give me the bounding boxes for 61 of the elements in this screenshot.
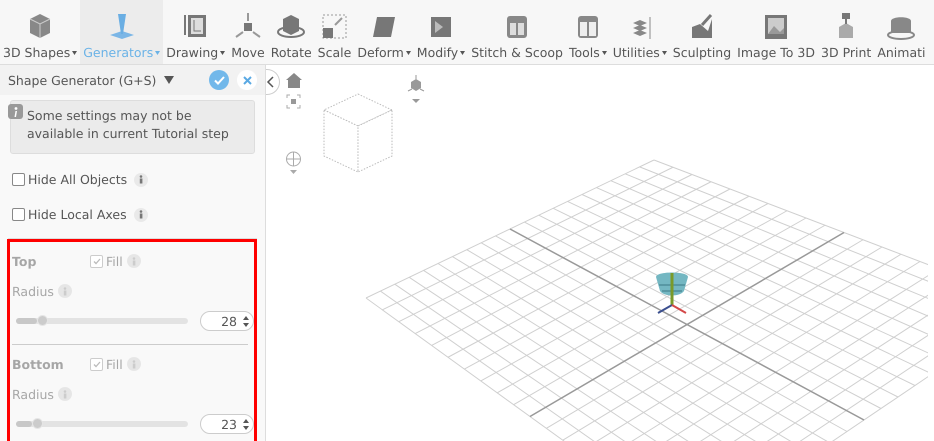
- info-icon[interactable]: [134, 172, 148, 186]
- toolbar-label: Tools: [568, 45, 600, 60]
- confirm-button[interactable]: [209, 70, 229, 90]
- toolbar-button[interactable]: Rotate: [268, 0, 315, 64]
- toolbar-label: Deform: [357, 45, 404, 60]
- toolbar-label: Image To 3D: [737, 45, 816, 60]
- home-icon[interactable]: [286, 73, 302, 88]
- toolbar-button[interactable]: Modify: [414, 0, 468, 64]
- globe-icon[interactable]: [285, 151, 302, 175]
- check-icon: [92, 360, 100, 368]
- check-icon: [214, 76, 224, 84]
- section-title: Top: [12, 254, 38, 268]
- info-icon: [8, 104, 23, 119]
- dropdown-icon[interactable]: [164, 76, 174, 84]
- collapse-button[interactable]: [266, 69, 280, 95]
- checkbox-label: Fill: [106, 254, 123, 268]
- toolbar-label: Stitch & Scoop: [471, 45, 563, 60]
- radius-slider[interactable]: [16, 318, 188, 324]
- toolbar-button[interactable]: Move: [228, 0, 268, 64]
- toolbar-button[interactable]: Utilities: [610, 0, 670, 64]
- toolbar-button[interactable]: Deform: [354, 0, 414, 64]
- radius-slider[interactable]: [16, 421, 188, 427]
- note-text: Some settings may not be available in current Tutorial step: [27, 108, 229, 141]
- toolbar-button[interactable]: Tools: [566, 0, 610, 64]
- toolbar-button[interactable]: 3D Shapes: [0, 0, 80, 64]
- checkbox-label: Fill: [106, 356, 123, 372]
- toolbar-button[interactable]: Drawing: [163, 0, 228, 64]
- panel-title: Shape Generator (G+S): [8, 72, 156, 88]
- toolbar-label: Utilities: [612, 45, 660, 60]
- toolbar-label: Move: [231, 45, 265, 60]
- checkbox[interactable]: [12, 173, 25, 186]
- toolbar-label: Generators: [83, 45, 154, 60]
- toolbar-label: Drawing: [166, 45, 218, 60]
- toolbar-button[interactable]: Animati: [874, 0, 928, 64]
- spinner-icon[interactable]: [243, 418, 249, 430]
- toolbar-label: Animati: [877, 45, 926, 60]
- toolbar-button[interactable]: 3D Print: [818, 0, 874, 64]
- close-button[interactable]: [237, 70, 257, 90]
- close-icon: [242, 76, 252, 84]
- perspective-icon[interactable]: [406, 75, 426, 103]
- section-title: Bottom: [12, 356, 65, 372]
- toolbar-label: Scale: [318, 45, 352, 60]
- checkbox-label: Hide Local Axes: [28, 207, 127, 222]
- toolbar-label: 3D Shapes: [3, 45, 70, 60]
- toolbar-label: Rotate: [270, 45, 312, 60]
- checkbox[interactable]: [12, 208, 25, 221]
- spinner-icon[interactable]: [243, 316, 249, 326]
- toolbar-label: Modify: [416, 45, 458, 60]
- check-icon: [92, 258, 100, 264]
- toolbar-button[interactable]: Image To 3D: [734, 0, 818, 64]
- info-icon[interactable]: [134, 208, 148, 222]
- toolbar-label: Sculpting: [672, 45, 732, 60]
- toolbar-button[interactable]: Stitch & Scoop: [468, 0, 566, 64]
- checkbox-label: Hide All Objects: [28, 172, 128, 187]
- toolbar-button[interactable]: Sculpting: [670, 0, 734, 64]
- fit-view-icon[interactable]: [286, 94, 301, 109]
- chevron-left-icon: [266, 76, 274, 88]
- radius-label: Radius: [12, 386, 54, 402]
- toolbar-button[interactable]: Scale: [314, 0, 354, 64]
- radius-label: Radius: [12, 284, 54, 298]
- toolbar-label: 3D Print: [821, 45, 872, 60]
